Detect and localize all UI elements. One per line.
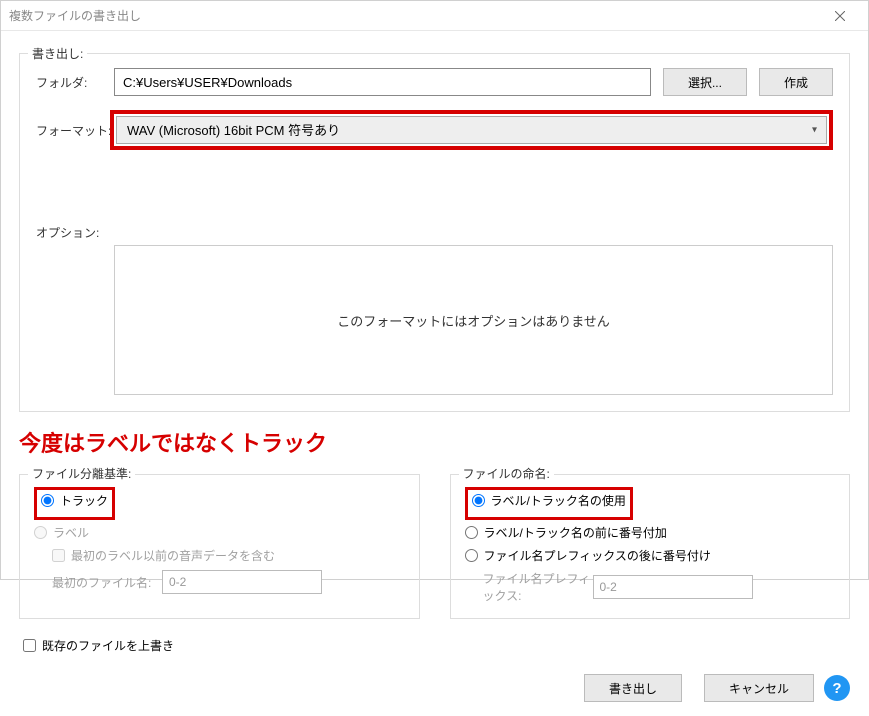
close-icon: [835, 11, 845, 21]
folder-label: フォルダ:: [36, 74, 114, 91]
export-legend: 書き出し:: [28, 45, 87, 62]
check-include-prior: 最初のラベル以前の音声データを含む: [52, 547, 405, 564]
overwrite-input[interactable]: [23, 639, 36, 652]
overwrite-checkbox[interactable]: 既存のファイルを上書き: [23, 637, 174, 654]
radio-number-before[interactable]: ラベル/トラック名の前に番号付加: [465, 524, 836, 541]
options-text: このフォーマットにはオプションはありません: [337, 311, 610, 330]
format-label: フォーマット:: [36, 122, 114, 139]
titlebar: 複数ファイルの書き出し: [1, 1, 868, 31]
radio-track-input[interactable]: [41, 494, 54, 507]
folder-input[interactable]: [114, 68, 651, 96]
naming-fieldset: ファイルの命名: ラベル/トラック名の使用 ラベル/トラック名の前に番号付加 フ…: [450, 474, 851, 619]
annotation-text: 今度はラベルではなくトラック: [19, 426, 850, 458]
radio-use-input[interactable]: [472, 494, 485, 507]
radio-label[interactable]: ラベル: [34, 524, 405, 541]
naming-use-highlight: ラベル/トラック名の使用: [465, 487, 633, 520]
split-legend: ファイル分離基準:: [28, 465, 135, 482]
radio-use-name[interactable]: ラベル/トラック名の使用: [472, 492, 626, 509]
naming-legend: ファイルの命名:: [459, 465, 554, 482]
format-select[interactable]: WAV (Microsoft) 16bit PCM 符号あり: [116, 116, 827, 144]
option-label: オプション:: [36, 224, 114, 241]
radio-before-input[interactable]: [465, 526, 478, 539]
options-panel: このフォーマットにはオプションはありません: [114, 245, 833, 395]
radio-track[interactable]: トラック: [41, 492, 108, 509]
radio-label-input[interactable]: [34, 526, 47, 539]
export-button[interactable]: 書き出し: [584, 674, 682, 702]
first-file-input: [162, 570, 322, 594]
export-group: 書き出し: フォルダ: 選択... 作成 フォーマット: WAV (Micros…: [19, 53, 850, 412]
help-button[interactable]: ?: [824, 675, 850, 701]
cancel-button[interactable]: キャンセル: [704, 674, 814, 702]
split-fieldset: ファイル分離基準: トラック ラベル 最初のラベル以前の音声データを含む 最: [19, 474, 420, 619]
close-button[interactable]: [820, 1, 860, 31]
window-title: 複数ファイルの書き出し: [9, 7, 820, 24]
create-folder-button[interactable]: 作成: [759, 68, 833, 96]
radio-number-after[interactable]: ファイル名プレフィックスの後に番号付け: [465, 547, 836, 564]
select-folder-button[interactable]: 選択...: [663, 68, 747, 96]
format-highlight: WAV (Microsoft) 16bit PCM 符号あり ▾: [110, 110, 833, 150]
prefix-label: ファイル名プレフィックス:: [483, 570, 593, 604]
check-include-input: [52, 549, 65, 562]
radio-after-input[interactable]: [465, 549, 478, 562]
track-highlight: トラック: [34, 487, 115, 520]
first-file-label: 最初のファイル名:: [52, 574, 162, 591]
prefix-input: [593, 575, 753, 599]
